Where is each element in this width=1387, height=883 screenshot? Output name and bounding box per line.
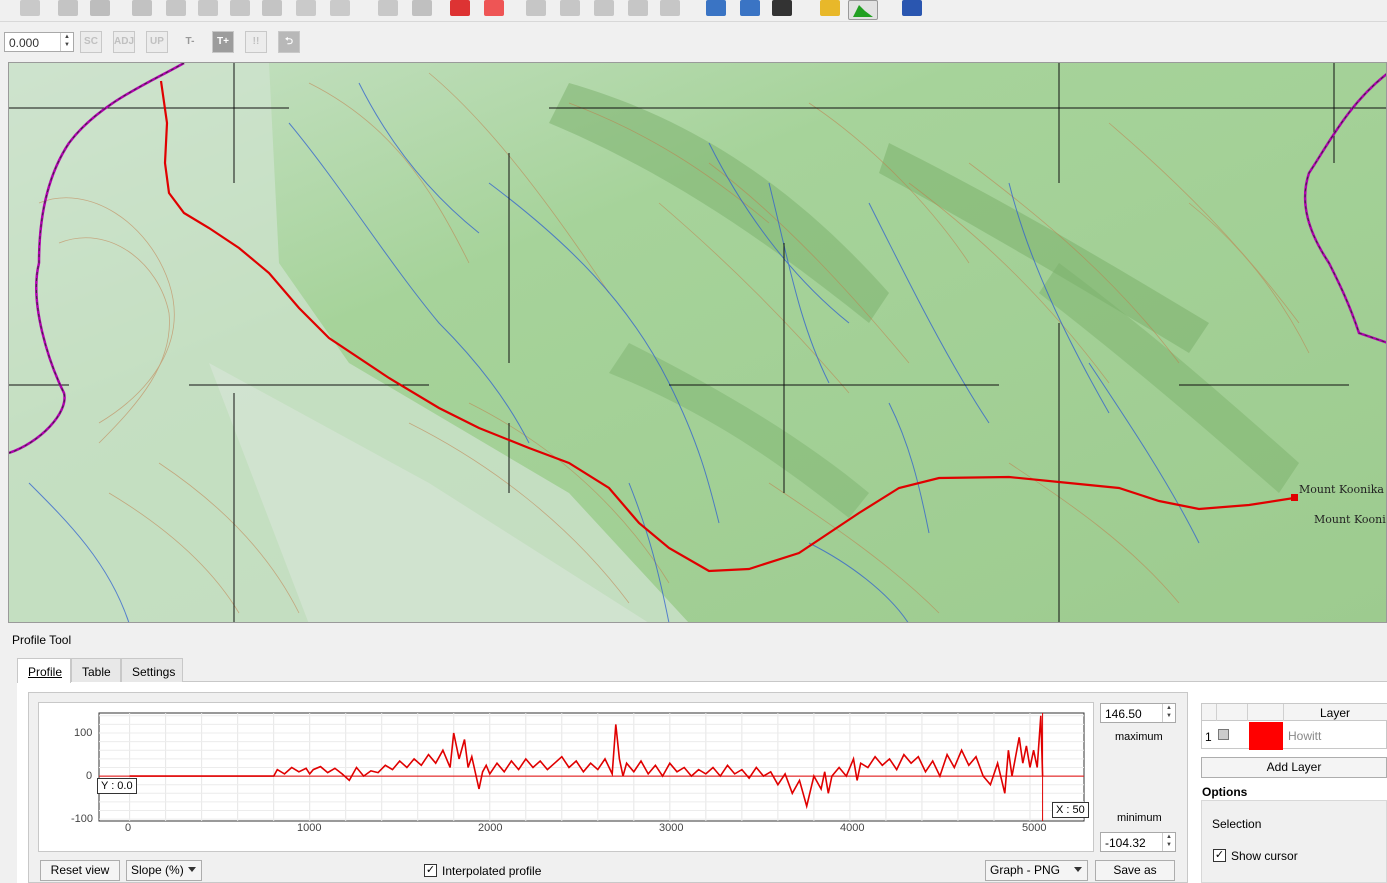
label-icon[interactable] (378, 0, 398, 16)
globe-search-icon[interactable] (740, 0, 760, 16)
cut-icon[interactable] (198, 0, 218, 16)
exclaim-button[interactable]: !! (245, 31, 267, 53)
maximum-spin-arrows-icon[interactable]: ▲ ▼ (1162, 704, 1175, 722)
tab-table[interactable]: Table (71, 658, 121, 682)
y-tick-minus-100: -100 (71, 813, 94, 825)
layer-row[interactable]: 1 Howitt (1202, 722, 1387, 750)
y-tick-0: 0 (86, 770, 93, 782)
header-divider (1283, 704, 1284, 721)
reset-view-button[interactable]: Reset view (40, 860, 120, 881)
tab-profile-label: Profile (28, 665, 63, 679)
pin-label-icon[interactable] (526, 0, 546, 16)
x-tick-0: 0 (125, 822, 132, 834)
rotation-value: 0.000 (9, 36, 40, 50)
edit-icon[interactable] (20, 0, 40, 16)
adj-button[interactable]: ADJ (113, 31, 135, 53)
tab-settings[interactable]: Settings (121, 658, 183, 682)
secondary-toolbar: 0.000 ▲ ▼ SC ADJ UP T- T+ !! ⮌ (0, 23, 1387, 61)
label-settings-icon[interactable] (412, 0, 432, 16)
profile-tool-icon[interactable] (848, 0, 878, 20)
paste-icon[interactable] (262, 0, 282, 16)
map-label-mount-koonika-2: Mount Koonika (1314, 513, 1387, 526)
panel-title: Profile Tool (12, 633, 72, 647)
add-feature-icon[interactable] (58, 0, 78, 16)
digitize-icon[interactable] (90, 0, 110, 16)
y-tick-100: 100 (74, 727, 93, 739)
up-button[interactable]: UP (146, 31, 168, 53)
minimum-spin-arrows-icon[interactable]: ▲ ▼ (1162, 833, 1175, 851)
x-tick-1000: 1000 (297, 822, 322, 834)
spin-arrows-icon[interactable]: ▲ ▼ (60, 33, 73, 51)
chevron-down-icon (188, 867, 196, 872)
minimum-spinbox[interactable]: -104.32 ▲ ▼ (1100, 832, 1176, 852)
minimum-value: -104.32 (1105, 836, 1146, 850)
binoculars-icon[interactable] (772, 0, 792, 16)
show-cursor-checkbox[interactable]: ✓ (1213, 849, 1226, 862)
move-label-icon[interactable] (594, 0, 614, 16)
maximum-spinbox[interactable]: 146.50 ▲ ▼ (1100, 703, 1176, 723)
options-title: Options (1202, 785, 1248, 799)
layer-visible-checkbox[interactable] (1218, 729, 1229, 740)
options-box (1201, 800, 1387, 883)
y-cursor-readout: Y : 0.0 (97, 778, 137, 794)
plot-mode-value: Slope (%) (131, 863, 184, 877)
show-cursor-label: Show cursor (1231, 849, 1298, 863)
x-tick-5000: 5000 (1022, 822, 1047, 834)
layer-table: Layer 1 Howitt (1201, 703, 1387, 750)
interpolated-profile-checkbox[interactable]: ✓ (424, 864, 437, 877)
layer-color-swatch[interactable] (1249, 722, 1283, 750)
rotate-label-icon[interactable] (628, 0, 648, 16)
export-format-select[interactable]: Graph - PNG (985, 860, 1088, 881)
label-red-icon[interactable] (450, 0, 470, 16)
chevron-down-icon (1074, 867, 1082, 872)
save-as-button[interactable]: Save as (1095, 860, 1175, 881)
header-visibility-col (1216, 704, 1248, 721)
map-label-mount-koonika-1: Mount Koonika (1299, 483, 1384, 496)
t-plus-button[interactable]: T+ (212, 31, 234, 53)
python-icon[interactable] (820, 0, 840, 16)
x-tick-4000: 4000 (840, 822, 865, 834)
rotation-spinbox[interactable]: 0.000 ▲ ▼ (4, 32, 74, 52)
export-format-value: Graph - PNG (990, 863, 1061, 877)
node-tool-icon[interactable] (132, 0, 152, 16)
sc-button[interactable]: SC (80, 31, 102, 53)
redo-icon[interactable] (330, 0, 350, 16)
interpolated-profile-label: Interpolated profile (442, 864, 542, 878)
change-label-icon[interactable] (660, 0, 680, 16)
copy-icon[interactable] (230, 0, 250, 16)
minimum-label: minimum (1117, 812, 1162, 824)
back-arrow-icon[interactable]: ⮌ (278, 31, 300, 53)
tab-settings-label: Settings (132, 665, 176, 679)
layer-row-index: 1 (1205, 730, 1212, 744)
selection-label: Selection (1212, 817, 1262, 831)
maximum-value: 146.50 (1105, 707, 1142, 721)
plot-area[interactable] (38, 702, 1094, 852)
label-abc-icon[interactable] (484, 0, 504, 16)
main-toolbar (0, 0, 1387, 22)
t-minus-button[interactable]: T- (179, 31, 201, 53)
tab-profile[interactable]: Profile (17, 658, 71, 683)
maximum-label: maximum (1115, 731, 1163, 743)
x-tick-3000: 3000 (659, 822, 684, 834)
layer-column-header: Layer (1320, 706, 1351, 720)
profile-chart[interactable] (39, 703, 1093, 851)
x-tick-2000: 2000 (478, 822, 503, 834)
undo-icon[interactable] (296, 0, 316, 16)
layer-row-name: Howitt (1288, 729, 1322, 743)
plot-mode-select[interactable]: Slope (%) (126, 860, 202, 881)
x-cursor-readout: X : 50 (1052, 802, 1089, 818)
help-icon[interactable] (902, 0, 922, 16)
show-label-icon[interactable] (560, 0, 580, 16)
tab-table-label: Table (82, 665, 111, 679)
globe-add-icon[interactable] (706, 0, 726, 16)
add-layer-button[interactable]: Add Layer (1201, 757, 1387, 778)
delete-icon[interactable] (166, 0, 186, 16)
map-canvas[interactable]: Mount Koonika Mount Koonika (8, 62, 1387, 623)
layer-table-header: Layer (1202, 704, 1387, 721)
